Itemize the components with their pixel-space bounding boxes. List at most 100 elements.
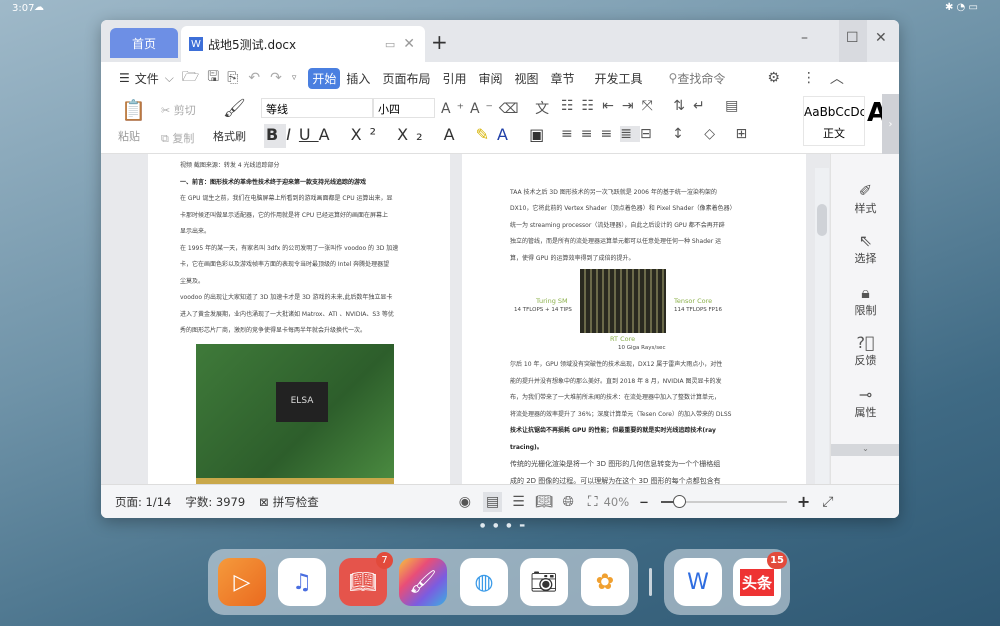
menu-layout[interactable]: 页面布局	[382, 70, 430, 87]
zoom-in-button[interactable]: +	[797, 492, 810, 511]
sliders-icon: ⊸	[858, 385, 873, 404]
menu-developer[interactable]: 开发工具	[595, 70, 643, 87]
turing-figure: Turing SM 14 TFLOPS + 14 TIPS Tensor Cor…	[510, 267, 796, 357]
graphics-card-image: ELSA	[196, 343, 394, 484]
zoom-slider-handle[interactable]	[672, 494, 686, 508]
turing-chip-image	[580, 269, 666, 333]
new-tab-button[interactable]: +	[431, 30, 448, 54]
paste-icon[interactable]: 📋	[121, 98, 146, 122]
style-normal[interactable]: AaBbCcDc 正文	[803, 96, 865, 146]
tab-document-title: 战地5测试.docx	[208, 37, 297, 52]
zoom-out-button[interactable]: −	[639, 495, 649, 509]
menu-view[interactable]: 视图	[514, 70, 538, 87]
scissors-icon: ✂	[161, 104, 174, 117]
text-format-row[interactable]: BIUA X² X₂ A ✎A ▣	[266, 125, 552, 144]
spell-check-icon: ⊠	[259, 494, 269, 509]
eye-protection-icon[interactable]: ◉	[459, 494, 471, 510]
ribbon-scroll-right[interactable]: ›	[882, 94, 899, 154]
close-window-button[interactable]: ✕	[875, 30, 887, 46]
tab-home[interactable]: 首页	[110, 28, 178, 58]
cut-button[interactable]: ✂ 剪切	[161, 102, 196, 118]
menu-toolbar: ☰ 文件 ⌵ 🗁 🖫 ⎘ ↶ ↷ ▿ 开始 插入 页面布局 引用 审阅 视图 章…	[101, 62, 899, 94]
app-music[interactable]: ♫	[278, 558, 326, 606]
fullscreen-icon[interactable]: ⤢	[822, 494, 833, 510]
outline-view-icon[interactable]: ☰	[512, 494, 525, 510]
undo-icon[interactable]: ↶	[248, 70, 260, 86]
menu-review[interactable]: 审阅	[478, 70, 502, 87]
file-menu[interactable]: 文件	[135, 70, 159, 87]
status-time: 3:07	[12, 3, 35, 14]
settings-icon[interactable]: ⚙	[767, 70, 780, 86]
search-command-input[interactable]: 查找命令	[677, 70, 725, 87]
menu-section[interactable]: 章节	[551, 70, 575, 87]
menu-reference[interactable]: 引用	[442, 70, 466, 87]
copy-icon: ⧉	[161, 132, 173, 145]
panel-style[interactable]: ✐ 样式	[831, 182, 899, 216]
help-icon: ?⃝	[856, 333, 875, 352]
page-left[interactable]: 视频 截图来源：转发 4 光线追踪部分 一、前言：图形技术的革命性技术终于迎来第…	[148, 154, 450, 484]
app-gallery[interactable]: ✿	[581, 558, 629, 606]
zoom-slider[interactable]	[660, 494, 787, 508]
save-icon[interactable]: 🖫	[207, 66, 219, 90]
menu-start[interactable]: 开始	[308, 67, 341, 89]
dock-recent: W 头条 15	[664, 549, 790, 615]
chevron-down-icon: ⌵	[164, 70, 174, 85]
page-right[interactable]: TAA 技术之后 3D 图形技术的另一次飞跃就是 2006 年的基于统一渲染构架…	[462, 154, 806, 484]
paragraph-tools-row1[interactable]: ☷☷⇤⇥⤧ ⇅↵ ▤	[561, 98, 746, 114]
export-icon[interactable]: ⎘	[227, 70, 238, 86]
hamburger-icon[interactable]: ☰	[119, 71, 130, 85]
quick-access-dropdown-icon[interactable]: ▿	[292, 73, 297, 83]
dock-divider	[649, 568, 652, 596]
format-painter-icon: 🖌	[223, 98, 246, 119]
font-name-select[interactable]: 等线	[261, 98, 373, 118]
panel-feedback[interactable]: ?⃝ 反馈	[831, 334, 899, 368]
page-view-icon[interactable]: ▤	[483, 491, 503, 512]
scrollbar-thumb[interactable]	[817, 204, 827, 236]
search-icon: ⚲	[668, 71, 678, 85]
tab-document[interactable]: W 战地5测试.docx ▭ ✕	[181, 26, 425, 62]
menu-insert[interactable]: 插入	[346, 70, 370, 87]
tab-bar: 首页 W 战地5测试.docx ▭ ✕ + – ☐ ✕	[101, 20, 899, 62]
zoom-level-select[interactable]: 40%	[604, 495, 630, 509]
lock-icon: 🔒︎	[861, 283, 870, 302]
format-painter-button[interactable]: 格式刷	[213, 128, 246, 144]
cursor-icon: ⇖	[858, 231, 873, 250]
ribbon: 📋 粘贴 ✂ 剪切 ⧉ 复制 🖌 格式刷 等线 小四 A⁺A⁻⌫ 文 BIUA …	[101, 94, 899, 154]
app-wps[interactable]: W	[674, 558, 722, 606]
panel-select[interactable]: ⇖ 选择	[831, 232, 899, 266]
close-tab-icon[interactable]: ✕	[403, 36, 415, 52]
open-icon[interactable]: 🗁	[182, 66, 199, 90]
notification-badge: 7	[376, 552, 393, 569]
maximize-button[interactable]: ☐	[846, 30, 859, 46]
wps-window: 首页 W 战地5测试.docx ▭ ✕ + – ☐ ✕ ☰ 文件 ⌵ 🗁 🖫 ⎘…	[101, 20, 899, 518]
document-area: 视频 截图来源：转发 4 光线追踪部分 一、前言：图形技术的革命性技术终于迎来第…	[101, 154, 899, 484]
panel-expand-icon[interactable]: ⌄	[831, 444, 899, 456]
copy-button[interactable]: ⧉ 复制	[161, 130, 194, 146]
collapse-ribbon-icon[interactable]: ︿	[830, 68, 844, 88]
app-video[interactable]: ▷	[218, 558, 266, 606]
app-books[interactable]: 📖︎ 7	[339, 552, 393, 606]
status-bar: 页面: 1/14 字数: 3979 ⊠ 拼写检查 ◉ ▤ ☰ 📖︎ 🌐︎ ⛶ 4…	[101, 484, 899, 518]
redo-icon[interactable]: ↷	[270, 70, 282, 86]
paste-button[interactable]: 粘贴	[118, 128, 140, 144]
system-status-icons: ✱ ◔ ▭	[945, 2, 978, 13]
panel-properties[interactable]: ⊸ 属性	[831, 386, 899, 420]
font-tools-row[interactable]: A⁺A⁻⌫ 文	[441, 98, 555, 118]
vertical-scrollbar[interactable]	[815, 168, 829, 484]
alignment-tools-row[interactable]: ≡≡≡≣⊟ ↕ ◇ ⊞	[561, 126, 755, 142]
reading-view-icon[interactable]: 📖︎	[535, 494, 553, 510]
page-indicator[interactable]: 页面: 1/14	[115, 494, 171, 510]
app-themes[interactable]: 🖌︎	[399, 558, 447, 606]
app-toutiao[interactable]: 头条 15	[733, 552, 787, 606]
more-icon[interactable]: ⋮	[802, 70, 816, 86]
web-view-icon[interactable]: 🌐︎	[563, 494, 574, 510]
spell-check-button[interactable]: 拼写检查	[273, 494, 319, 510]
panel-restrict[interactable]: 🔒︎ 限制	[831, 284, 899, 318]
fit-page-icon[interactable]: ⛶	[588, 494, 598, 510]
font-size-select[interactable]: 小四	[373, 98, 435, 118]
word-count[interactable]: 字数: 3979	[185, 494, 245, 510]
float-window-icon[interactable]: ▭	[385, 38, 395, 51]
minimize-button[interactable]: –	[801, 30, 808, 46]
app-camera[interactable]: 📷︎	[520, 558, 568, 606]
app-browser[interactable]: ◍	[460, 558, 508, 606]
